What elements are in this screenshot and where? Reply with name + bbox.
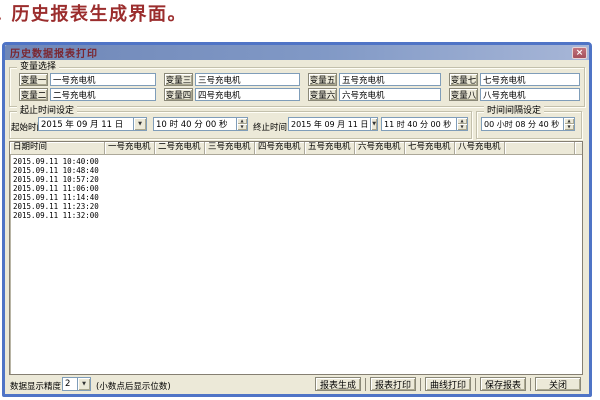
charger-4-value: 四号充电机 [196,89,299,101]
precision-hint: (小数点后显示位数) [96,380,171,392]
button-separator [530,378,531,391]
table-row[interactable]: 2015.09.11 10:48:40 [10,166,582,175]
end-time-label: 终止时间 [253,121,287,133]
variable-select-group: 变量选择 变量一一号充电机变量二二号充电机变量三三号充电机变量四四号充电机变量五… [9,67,585,107]
column-header-filler [505,142,575,154]
variable-cell: 变量三三号充电机 [164,73,300,86]
column-header-1[interactable]: 一号充电机 [105,142,155,154]
start-date-dropdown-icon[interactable]: ▼ [133,118,146,130]
dialog-titlebar[interactable]: 历史数据报表打印 × [5,45,589,60]
charger-3-field[interactable]: 三号充电机 [195,73,300,86]
precision-dropdown-icon[interactable]: ▼ [77,378,90,390]
print-report-button[interactable]: 报表打印 [370,377,416,391]
time-range-group-label: 起止时间设定 [17,106,77,117]
charger-8-value: 八号充电机 [481,89,579,101]
charger-4-field[interactable]: 四号充电机 [195,88,300,101]
column-header-8[interactable]: 八号充电机 [455,142,505,154]
button-separator [365,378,366,391]
variable-6-button[interactable]: 变量六 [308,88,337,101]
column-header-2[interactable]: 二号充电机 [155,142,205,154]
start-time-spin: ▲ ▼ [236,118,247,130]
dialog-title: 历史数据报表打印 [5,45,98,60]
variable-cell: 变量二二号充电机 [19,88,156,101]
charger-8-field[interactable]: 八号充电机 [480,88,580,101]
report-table-body[interactable]: 2015.09.11 10:40:002015.09.11 10:48:4020… [10,155,582,220]
charger-7-field[interactable]: 七号充电机 [480,73,580,86]
variable-cell: 变量七七号充电机 [449,73,580,86]
spin-down-icon[interactable]: ▼ [457,124,467,130]
variable-7-button[interactable]: 变量七 [449,73,478,86]
column-header-6[interactable]: 六号充电机 [355,142,405,154]
precision-label: 数据显示精度 [10,380,61,392]
charger-5-value: 五号充电机 [340,74,440,86]
close-button[interactable]: 关闭 [535,377,581,391]
precision-select[interactable]: 2 ▼ [62,377,91,391]
variable-5-button[interactable]: 变量五 [308,73,337,86]
variable-3-button[interactable]: 变量三 [164,73,193,86]
variable-2-button[interactable]: 变量二 [19,88,48,101]
variable-1-button[interactable]: 变量一 [19,73,48,86]
table-row[interactable]: 2015.09.11 10:40:00 [10,157,582,166]
column-header-4[interactable]: 四号充电机 [255,142,305,154]
table-row[interactable]: 2015.09.11 11:14:40 [10,193,582,202]
interval-group-label: 时间间隔设定 [484,106,544,117]
report-print-dialog: 历史数据报表打印 × 变量选择 变量一一号充电机变量二二号充电机变量三三号充电机… [2,42,592,397]
table-row[interactable]: 2015.09.11 11:32:00 [10,211,582,220]
spin-down-icon[interactable]: ▼ [564,124,574,130]
interval-spinner[interactable]: 00 小时 08 分 40 秒 ▲ ▼ [481,117,575,131]
variable-8-button[interactable]: 变量八 [449,88,478,101]
charger-3-value: 三号充电机 [196,74,299,86]
end-date-combobox[interactable]: 2015 年 09 月 11 日 ▼ [288,117,378,131]
charger-2-field[interactable]: 二号充电机 [50,88,156,101]
start-time-value: 10 时 40 分 00 秒 [154,118,236,130]
start-time-spinner[interactable]: 10 时 40 分 00 秒 ▲ ▼ [153,117,248,131]
end-date-dropdown-icon[interactable]: ▼ [370,118,377,130]
variable-cell: 变量一一号充电机 [19,73,156,86]
table-row[interactable]: 2015.09.11 10:57:20 [10,175,582,184]
button-separator [475,378,476,391]
dialog-client-area: 变量选择 变量一一号充电机变量二二号充电机变量三三号充电机变量四四号充电机变量五… [5,60,589,394]
variable-cell: 变量五五号充电机 [308,73,441,86]
variable-grid: 变量一一号充电机变量二二号充电机变量三三号充电机变量四四号充电机变量五五号充电机… [19,73,580,101]
column-header-7[interactable]: 七号充电机 [405,142,455,154]
variable-cell: 变量四四号充电机 [164,88,300,101]
column-header-filler [575,142,582,154]
report-table-header: 日期时间一号充电机二号充电机三号充电机四号充电机五号充电机六号充电机七号充电机八… [10,142,582,155]
generate-report-button[interactable]: 报表生成 [315,377,361,391]
start-date-combobox[interactable]: 2015 年 09 月 11 日 ▼ [38,117,147,131]
interval-spin: ▲ ▼ [563,118,574,130]
column-header-0[interactable]: 日期时间 [10,142,105,154]
column-header-3[interactable]: 三号充电机 [205,142,255,154]
end-time-spinner[interactable]: 11 时 40 分 00 秒 ▲ ▼ [381,117,468,131]
end-time-value: 11 时 40 分 00 秒 [382,119,456,130]
report-table: 日期时间一号充电机二号充电机三号充电机四号充电机五号充电机六号充电机七号充电机八… [9,141,583,375]
spin-down-icon[interactable]: ▼ [237,124,247,130]
variable-cell: 变量六六号充电机 [308,88,441,101]
precision-value: 2 [63,379,77,389]
table-row[interactable]: 2015.09.11 11:06:00 [10,184,582,193]
close-icon[interactable]: × [572,47,587,59]
save-report-button[interactable]: 保存报表 [480,377,526,391]
column-header-5[interactable]: 五号充电机 [305,142,355,154]
charger-5-field[interactable]: 五号充电机 [339,73,441,86]
variable-select-group-label: 变量选择 [17,62,59,73]
end-date-value: 2015 年 09 月 11 日 [289,119,370,130]
variable-cell: 变量八八号充电机 [449,88,580,101]
charger-6-field[interactable]: 六号充电机 [339,88,441,101]
charger-7-value: 七号充电机 [481,74,579,86]
charger-1-value: 一号充电机 [51,74,155,86]
button-separator [420,378,421,391]
charger-6-value: 六号充电机 [340,89,440,101]
end-time-spin: ▲ ▼ [456,118,467,130]
print-curve-button[interactable]: 曲线打印 [425,377,471,391]
interval-value: 00 小时 08 分 40 秒 [482,119,563,130]
variable-4-button[interactable]: 变量四 [164,88,193,101]
charger-2-value: 二号充电机 [51,89,155,101]
start-date-value: 2015 年 09 月 11 日 [39,118,133,130]
table-row[interactable]: 2015.09.11 11:23:20 [10,202,582,211]
charger-1-field[interactable]: 一号充电机 [50,73,156,86]
page-caption: . 历史报表生成界面。 [0,0,187,26]
